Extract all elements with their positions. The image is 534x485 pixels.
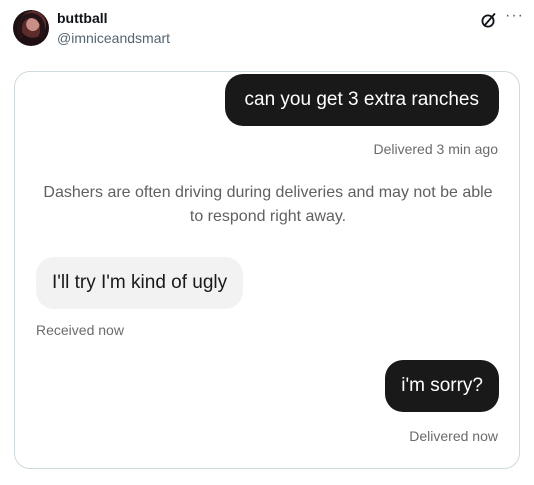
chat-screenshot[interactable]: can you get 3 extra ranches Delivered 3 … [14, 71, 520, 469]
message-status: Delivered 3 min ago [373, 141, 498, 157]
message-status: Received now [36, 322, 124, 338]
user-handle[interactable]: @imniceandsmart [57, 30, 170, 46]
dasher-notice: Dashers are often driving during deliver… [43, 184, 493, 225]
display-name[interactable]: buttball [57, 10, 108, 26]
incoming-message-bubble: I'll try I'm kind of ugly [36, 257, 244, 309]
grok-icon[interactable] [480, 11, 498, 29]
outgoing-message-bubble: i'm sorry? [385, 360, 499, 412]
avatar[interactable] [13, 10, 49, 46]
more-icon[interactable]: ··· [505, 8, 524, 24]
outgoing-message-bubble: can you get 3 extra ranches [224, 74, 499, 126]
message-status: Delivered now [409, 428, 498, 444]
avatar-hair [17, 13, 45, 43]
